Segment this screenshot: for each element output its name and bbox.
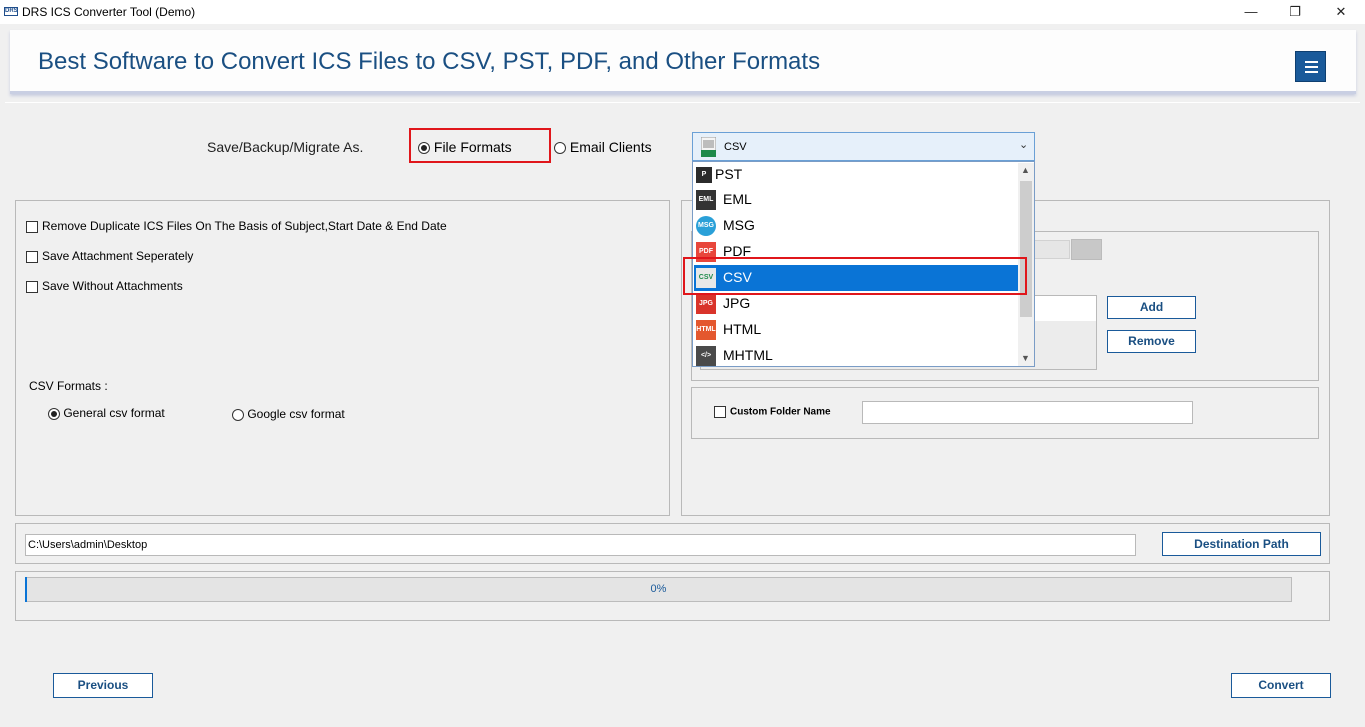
format-option-label: MHTML bbox=[723, 347, 773, 363]
menu-icon bbox=[1305, 61, 1318, 63]
format-select-value: CSV bbox=[724, 141, 747, 153]
general-csv-radio[interactable]: General csv format bbox=[48, 406, 165, 420]
destination-path-button[interactable]: Destination Path bbox=[1162, 532, 1321, 556]
custom-folder-label: Custom Folder Name bbox=[730, 406, 831, 418]
format-option-html[interactable]: HTML HTML bbox=[694, 317, 1018, 343]
csv-formats-label: CSV Formats : bbox=[29, 379, 108, 393]
format-option-eml[interactable]: EML EML bbox=[694, 187, 1018, 213]
add-button[interactable]: Add bbox=[1107, 296, 1196, 319]
app-icon: DRS bbox=[4, 7, 18, 16]
format-option-label: MSG bbox=[723, 217, 755, 233]
jpg-icon: JPG bbox=[696, 294, 716, 314]
format-option-label: EML bbox=[723, 191, 752, 207]
header-banner: Best Software to Convert ICS Files to CS… bbox=[10, 30, 1356, 94]
chevron-down-icon: ▼ bbox=[1021, 353, 1030, 363]
checkbox-icon bbox=[26, 280, 38, 293]
destination-path-input[interactable]: C:\Users\admin\Desktop bbox=[25, 534, 1136, 556]
menu-icon-bar bbox=[1305, 71, 1318, 73]
save-attachment-separately-checkbox[interactable]: Save Attachment Seperately bbox=[26, 249, 193, 263]
save-without-attachments-checkbox[interactable]: Save Without Attachments bbox=[26, 279, 183, 293]
options-panel bbox=[15, 200, 670, 516]
html-icon: HTML bbox=[696, 320, 716, 340]
radio-label: Google csv format bbox=[247, 407, 345, 421]
pst-icon: P bbox=[696, 167, 712, 183]
restore-button[interactable]: ❐ bbox=[1272, 0, 1318, 24]
format-option-label: PST bbox=[715, 166, 743, 182]
format-select[interactable]: CSV ⌄ bbox=[692, 132, 1035, 161]
checkbox-icon bbox=[714, 406, 726, 418]
google-csv-radio[interactable]: Google csv format bbox=[232, 407, 345, 421]
save-as-label: Save/Backup/Migrate As. bbox=[207, 139, 364, 155]
format-option-label: JPG bbox=[723, 295, 751, 311]
folder-path-field[interactable] bbox=[1034, 240, 1070, 259]
custom-folder-checkbox[interactable]: Custom Folder Name bbox=[714, 406, 831, 418]
browse-button[interactable] bbox=[1071, 239, 1102, 260]
highlight-box bbox=[409, 128, 551, 163]
mhtml-icon: </> bbox=[696, 346, 716, 366]
convert-button[interactable]: Convert bbox=[1231, 673, 1331, 698]
email-clients-label: Email Clients bbox=[569, 139, 652, 155]
option-label: Remove Duplicate ICS Files On The Basis … bbox=[42, 219, 447, 233]
custom-folder-input[interactable] bbox=[862, 401, 1193, 424]
window-title: DRS ICS Converter Tool (Demo) bbox=[22, 5, 196, 19]
hamburger-menu-button[interactable] bbox=[1295, 51, 1326, 82]
page-title: Best Software to Convert ICS Files to CS… bbox=[38, 48, 821, 75]
checkbox-icon bbox=[26, 250, 38, 263]
title-bar bbox=[0, 0, 1365, 24]
option-label: Save Without Attachments bbox=[42, 279, 183, 293]
scrollbar-thumb[interactable] bbox=[1020, 181, 1032, 317]
email-clients-radio[interactable]: Email Clients bbox=[554, 139, 652, 155]
radio-selected-icon bbox=[48, 407, 60, 420]
format-option-mhtml[interactable]: </> MHTML bbox=[694, 343, 1018, 369]
minimize-button[interactable]: — bbox=[1228, 0, 1274, 24]
previous-button[interactable]: Previous bbox=[53, 673, 153, 698]
eml-icon: EML bbox=[696, 190, 716, 210]
progress-text: 0% bbox=[650, 583, 667, 595]
msg-icon: MSG bbox=[696, 216, 716, 236]
radio-label: General csv format bbox=[63, 406, 165, 420]
csv-icon bbox=[701, 137, 716, 157]
checkbox-icon bbox=[26, 220, 38, 233]
chevron-down-icon: ⌄ bbox=[1019, 139, 1029, 151]
format-option-pst[interactable]: P PST bbox=[694, 162, 1018, 188]
highlight-box bbox=[683, 257, 1027, 295]
close-button[interactable]: ✕ bbox=[1318, 0, 1364, 24]
remove-button[interactable]: Remove bbox=[1107, 330, 1196, 353]
format-option-label: HTML bbox=[723, 321, 762, 337]
radio-icon bbox=[554, 142, 566, 155]
menu-icon-bar bbox=[1305, 66, 1318, 68]
remove-duplicates-checkbox[interactable]: Remove Duplicate ICS Files On The Basis … bbox=[26, 219, 447, 233]
radio-icon bbox=[232, 408, 244, 421]
chevron-up-icon: ▲ bbox=[1021, 165, 1030, 175]
option-label: Save Attachment Seperately bbox=[42, 249, 194, 263]
format-option-msg[interactable]: MSG MSG bbox=[694, 213, 1018, 239]
